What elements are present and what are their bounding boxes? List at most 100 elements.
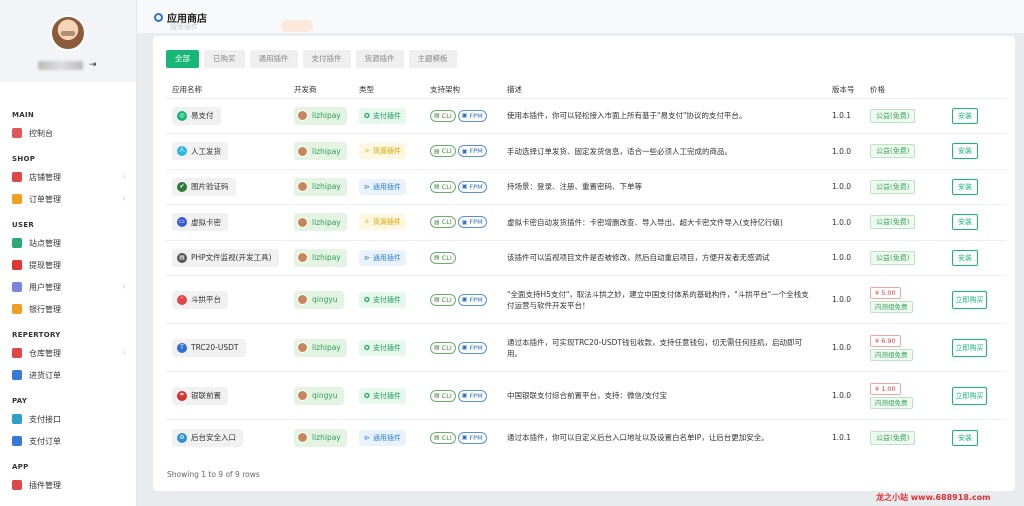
tab-1[interactable]: 已购买 — [204, 50, 245, 68]
pay-order-icon — [12, 436, 22, 446]
plugin-name-tag[interactable]: ⚙ 后台安全入口 — [172, 428, 243, 447]
install-button[interactable]: 安装 — [952, 429, 978, 446]
sidebar-item[interactable]: 仓库管理 ‹ — [0, 342, 136, 364]
arch-badge: ▣ FPM — [457, 431, 487, 444]
arch-label: CLI — [441, 343, 452, 352]
terminal-icon: ▤ — [434, 434, 440, 441]
plugin-name: TRC20-USDT — [191, 343, 239, 352]
sidebar-item[interactable]: 订单管理 ‹ — [0, 188, 136, 210]
plugin-name-tag[interactable]: ⁺ 斗拱平台 — [172, 290, 228, 309]
price-note-badge: 内测组免费 — [870, 396, 913, 409]
arch-badge: ▤ CLI — [430, 180, 456, 193]
cell-action: 安装 — [946, 133, 1006, 169]
install-button[interactable]: 安装 — [952, 178, 978, 195]
plugin-icon: ▤ — [177, 252, 187, 263]
type-tag: ✧ 货源插件 — [359, 214, 406, 231]
monitor-icon: ▣ — [461, 183, 468, 191]
cell-developer: lizhipay — [288, 97, 353, 134]
sidebar-item-label: 用户管理 — [29, 282, 61, 292]
sidebar-item-label: 支付订单 — [29, 436, 61, 446]
cell-price: 公益(免费) — [864, 133, 946, 169]
cell-description: 持场景：登录、注册、重置密码、下单等 — [501, 168, 826, 205]
profile-panel: ⇥ — [0, 0, 136, 82]
type-label: 通用插件 — [372, 433, 401, 442]
arch-badge: ▣ FPM — [457, 216, 487, 229]
terminal-icon: ▤ — [434, 296, 440, 303]
cell-version: 1.0.1 — [826, 97, 864, 134]
buy-now-button[interactable]: 立即购买 — [952, 338, 987, 357]
pagination-info: Showing 1 to 9 of 9 rows — [167, 470, 260, 479]
price-badge: ¥ 1.00 — [870, 382, 901, 395]
cell-version: 1.0.0 — [826, 323, 864, 372]
order-icon — [12, 194, 22, 204]
plugin-name-tag[interactable]: ▭ 虚拟卡密 — [172, 213, 228, 232]
plugin-name-tag[interactable]: T TRC20-USDT — [172, 338, 246, 357]
buy-now-button[interactable]: 立即购买 — [952, 290, 987, 309]
shop-icon — [12, 172, 22, 182]
cell-version: 1.0.0 — [826, 275, 864, 324]
plugin-name-tag[interactable]: ▤ PHP文件监视(开发工具) — [172, 248, 279, 267]
developer-tag: lizhipay — [294, 142, 347, 161]
arch-badge: ▣ FPM — [457, 389, 487, 402]
arch-badge: ▤ CLI — [430, 216, 456, 229]
developer-avatar — [297, 390, 308, 401]
sidebar-item[interactable]: 店铺管理 ‹ — [0, 166, 136, 188]
avatar[interactable] — [50, 15, 86, 51]
buy-now-button[interactable]: 立即购买 — [952, 386, 987, 405]
cell-type: ✪ 支付插件 — [353, 275, 424, 324]
cell-action: 立即购买 — [946, 371, 1006, 420]
sidebar-item[interactable]: 支付接口 — [0, 408, 136, 430]
type-label: 货源插件 — [372, 147, 401, 156]
plugin-name: 易支付 — [191, 111, 214, 121]
developer-avatar — [297, 432, 308, 443]
tab-2[interactable]: 通用插件 — [249, 50, 298, 68]
table-header-row: 应用名称 开发商 类型 支持架构 描述 版本号 价格 — [166, 82, 1006, 98]
install-button[interactable]: 安装 — [952, 214, 978, 231]
plugin-name-tag[interactable]: ✔ 图片验证码 — [172, 177, 236, 196]
cell-description: 通过本插件，你可以自定义后台入口地址以及设置白名单IP，让后台更加安全。 — [501, 419, 826, 455]
plugin-name-tag[interactable]: ◎ 易支付 — [172, 106, 221, 125]
developer-name: qingyu — [312, 391, 338, 400]
sidebar-item[interactable]: 进货订单 — [0, 364, 136, 386]
chevron-left-icon: ‹ — [122, 194, 126, 203]
plugin-name-tag[interactable]: ☂ 银联前置 — [172, 386, 228, 405]
cell-type: ✪ 支付插件 — [353, 323, 424, 372]
install-button[interactable]: 安装 — [952, 143, 978, 160]
arch-badge: ▤ CLI — [430, 389, 456, 402]
monitor-icon: ▣ — [461, 392, 468, 399]
install-button[interactable]: 安装 — [952, 249, 978, 266]
cell-description: 手动选择订单发货、固定发货信息，适合一些必须人工完成的商品。 — [501, 133, 826, 169]
logout-icon[interactable]: ⇥ — [89, 60, 97, 70]
type-label: 通用插件 — [372, 253, 401, 262]
tab-3[interactable]: 支付插件 — [302, 50, 351, 68]
sidebar-item[interactable]: 控制台 — [0, 122, 136, 144]
sidebar-item-label: 银行管理 — [29, 304, 61, 314]
nav-section-title: REPERTORY — [12, 331, 61, 339]
sidebar-item[interactable]: 银行管理 — [0, 298, 136, 320]
price-note-badge: 内测组免费 — [870, 300, 913, 313]
sidebar-item[interactable]: 提现管理 — [0, 254, 136, 276]
tab-4[interactable]: 货源插件 — [355, 50, 404, 68]
cell-type: ✪ 支付插件 — [353, 97, 424, 134]
ghost-filter-button — [281, 20, 313, 32]
tab-5[interactable]: 主题模板 — [408, 50, 457, 68]
sidebar-item[interactable]: 站点管理 — [0, 232, 136, 254]
cell-version: 1.0.0 — [826, 371, 864, 420]
purchase-icon — [12, 370, 22, 380]
user-icon — [12, 282, 22, 292]
sidebar-item[interactable]: 插件管理 — [0, 474, 136, 496]
terminal-icon: ▤ — [434, 254, 440, 262]
tab-0[interactable]: 全部 — [166, 50, 199, 68]
sidebar-item[interactable]: 支付订单 — [0, 430, 136, 452]
cell-version: 1.0.0 — [826, 168, 864, 205]
cell-action: 安装 — [946, 239, 1006, 276]
arch-badge: ▤ CLI — [430, 145, 456, 158]
arch-label: CLI — [441, 295, 452, 304]
sidebar-item[interactable]: 用户管理 ‹ — [0, 276, 136, 298]
plugin-name-tag[interactable]: 人人工发货 — [172, 142, 228, 161]
type-label: 通用插件 — [372, 182, 401, 191]
install-button[interactable]: 安装 — [952, 107, 978, 124]
username-blurred — [38, 61, 83, 70]
plugin-table: 应用名称 开发商 类型 支持架构 描述 版本号 价格 ◎ 易支付 lizhipay ✪ 支付插件 ▤ C… — [166, 82, 1006, 455]
type-icon: ⊳ — [364, 253, 370, 262]
